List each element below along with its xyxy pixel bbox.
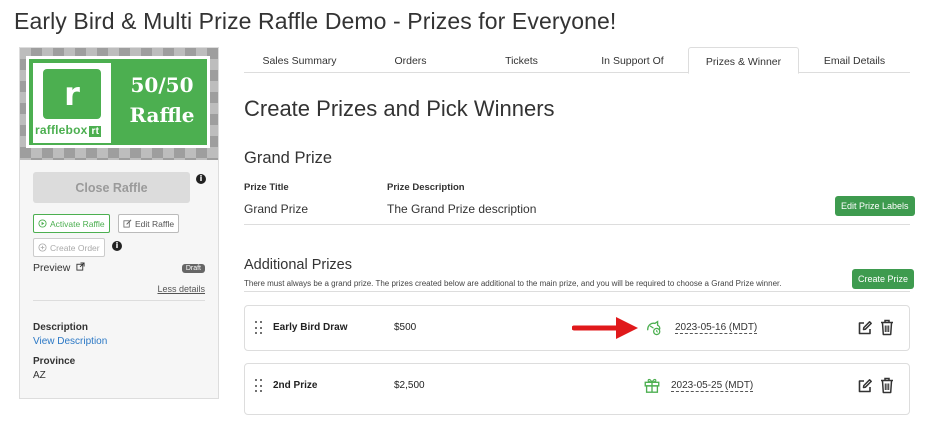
preview-link[interactable]: Preview [33,262,85,274]
edit-prize-icon[interactable] [857,378,873,394]
info-icon[interactable]: i [112,241,122,251]
gift-icon [644,378,660,393]
create-order-button[interactable]: Create Order [33,238,105,257]
plus-circle-icon [38,243,47,252]
main-title: Create Prizes and Pick Winners [244,96,555,121]
description-label: Description [33,322,89,333]
prize-title-header: Prize Title [244,182,289,193]
tab-tickets[interactable]: Tickets [466,47,577,73]
province-label: Province [33,356,76,367]
activate-raffle-button[interactable]: Activate Raffle [33,214,110,233]
prize-row[interactable]: 2nd Prize $2,500 2023-05-25 (MDT) [244,363,910,415]
prize-amount: $500 [394,322,417,333]
grand-prize-heading: Grand Prize [244,149,333,167]
delete-prize-icon[interactable] [880,377,894,394]
less-details-link[interactable]: Less details [157,284,205,294]
cube-icon: r [43,69,101,119]
close-raffle-button[interactable]: Close Raffle [33,172,190,203]
raffle-type-line1: 50/50 [130,73,194,97]
prize-description-header: Prize Description [387,182,465,193]
tab-bar: Sales Summary Orders Tickets In Support … [244,47,910,74]
grand-prize-title: Grand Prize [244,202,309,216]
edit-prize-icon[interactable] [857,320,873,336]
edit-icon [123,219,132,228]
edit-prize-labels-button[interactable]: Edit Prize Labels [835,196,915,216]
rafflebox-logo-tile: r rafflebox rt [33,63,111,143]
logo-letter: r [64,75,80,113]
divider [33,300,205,301]
early-bird-icon [647,320,661,336]
raffle-sidebar: r rafflebox rt 50/50 Raffle Close Raffle … [19,47,219,399]
logo-word: rafflebox [35,123,88,137]
create-prize-button[interactable]: Create Prize [852,269,915,289]
logo-word-badge: rt [89,126,102,137]
province-value: AZ [33,370,46,381]
delete-prize-icon[interactable] [880,319,894,336]
logo-wordmark: rafflebox rt [35,123,102,137]
prize-draw-date[interactable]: 2023-05-25 (MDT) [671,380,754,392]
preview-label: Preview [33,262,71,274]
grand-prize-description: The Grand Prize description [387,202,537,216]
create-order-label: Create Order [50,242,100,253]
tab-prizes-winner[interactable]: Prizes & Winner [688,47,799,74]
raffle-banner: r rafflebox rt 50/50 Raffle [20,48,218,160]
prize-name: 2nd Prize [273,380,318,391]
raffle-type-line2: Raffle [129,103,195,127]
tab-orders[interactable]: Orders [355,47,466,73]
raffle-logo: r rafflebox rt 50/50 Raffle [26,56,210,148]
divider [244,224,910,225]
drag-handle-icon[interactable] [255,321,263,335]
page-title: Early Bird & Multi Prize Raffle Demo - P… [14,8,617,34]
raffle-type-label: 50/50 Raffle [117,73,207,127]
external-link-icon [76,262,85,271]
additional-prizes-heading: Additional Prizes [244,257,352,273]
tab-email-details[interactable]: Email Details [799,47,910,73]
annotation-arrow-icon [572,317,638,339]
tab-in-support-of[interactable]: In Support Of [577,47,688,73]
activate-raffle-label: Activate Raffle [50,218,105,229]
edit-raffle-label: Edit Raffle [135,218,175,229]
prize-amount: $2,500 [394,380,425,391]
play-circle-icon [38,219,47,228]
prize-draw-date[interactable]: 2023-05-16 (MDT) [675,322,758,334]
additional-prizes-note: There must always be a grand prize. The … [244,279,782,288]
drag-handle-icon[interactable] [255,379,263,393]
edit-raffle-button[interactable]: Edit Raffle [118,214,180,233]
view-description-link[interactable]: View Description [33,336,107,347]
prize-name: Early Bird Draw [273,322,348,333]
sidebar-details: Close Raffle i Activate Raffle Edit Raff… [20,160,218,398]
status-badge: Draft [181,264,205,273]
tab-sales-summary[interactable]: Sales Summary [244,47,355,73]
info-icon[interactable]: i [196,174,206,184]
divider [244,291,910,292]
